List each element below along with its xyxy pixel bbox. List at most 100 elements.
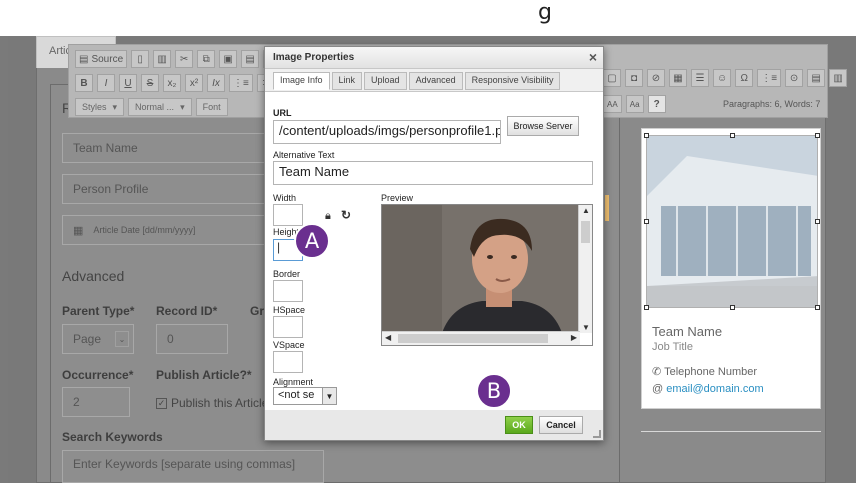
strikethrough-icon[interactable]: S [141,74,159,92]
paste-icon[interactable]: ▣ [219,50,238,68]
alignment-value: <not se [278,389,315,401]
scroll-thumb[interactable] [398,334,548,343]
url-input[interactable]: /content/uploads/imgs/personprofile1.pi [273,120,501,144]
styles-combo[interactable]: Styles ▾ [75,98,125,116]
bold-icon[interactable]: B [75,74,93,92]
alt-text-label: Alternative Text [273,150,335,160]
templates-icon[interactable]: ▥ [153,50,172,68]
text-color-icon[interactable]: AA [603,95,622,113]
publish-checkbox-row[interactable]: ✓ Publish this Article [156,396,268,410]
tab-link[interactable]: Link [331,72,363,90]
dialog-title-bar[interactable]: Image Properties × [265,47,603,69]
bg-color-icon[interactable]: Aa [625,95,644,113]
team-name-input[interactable]: Team Name [62,133,272,163]
resize-handle[interactable] [644,133,649,138]
vertical-scrollbar[interactable]: ▲ ▼ [578,205,592,333]
italic-icon[interactable]: I [97,74,115,92]
reset-size-icon[interactable]: ↻ [341,208,351,222]
iframe-icon[interactable]: ⊙ [785,69,804,87]
cut-icon[interactable]: ✂ [175,50,194,68]
chevron-down-icon: ▼ [322,388,336,404]
close-icon[interactable]: × [589,49,597,65]
source-button[interactable]: ▤ Source [75,50,128,68]
resize-grip-icon[interactable] [593,430,601,438]
templates-grid-icon[interactable]: ▤ [807,69,826,87]
resize-handle[interactable] [815,219,820,224]
horizontal-scrollbar[interactable]: ◀ ▶ [382,331,580,345]
tab-responsive-visibility[interactable]: Responsive Visibility [464,72,561,90]
marker-a: A [294,223,330,259]
checkbox-icon[interactable]: ✓ [156,397,167,409]
field-highlight-bar [605,195,609,221]
font-combo[interactable]: Font [195,98,228,116]
hspace-input[interactable] [273,316,303,338]
underline-icon[interactable]: U [119,74,137,92]
marker-b: B [476,373,512,409]
chevron-up-icon[interactable]: ▲ [582,206,590,215]
numbered-list-icon[interactable]: ⋮≡ [229,74,253,92]
chevron-down-icon[interactable]: ▼ [582,323,590,332]
publish-checkbox-label: Publish this Article [171,396,269,410]
profile-image[interactable] [646,135,818,308]
lock-icon[interactable]: 🔒︎ [325,210,331,223]
vspace-label: VSpace [273,340,305,350]
article-date-input[interactable]: ▦ Article Date [dd/mm/yyyy] [62,215,272,245]
source-icon: ▤ [79,53,89,65]
profile-email[interactable]: @ email@domain.com [652,383,764,395]
superscript-icon[interactable]: x² [185,74,203,92]
person-profile-input[interactable]: Person Profile [62,174,272,204]
url-label: URL [273,108,292,118]
width-input[interactable] [273,204,303,226]
table-icon[interactable]: ▦ [669,69,687,87]
resize-handle[interactable] [644,305,649,310]
advanced-heading: Advanced [62,268,125,284]
vspace-input[interactable] [273,351,303,373]
horizontal-rule-icon[interactable]: ☰ [691,69,709,87]
at-icon: @ [652,383,667,395]
occurrence-input[interactable]: 2 [62,387,130,417]
format-combo[interactable]: Normal ... ▾ [128,98,192,116]
alignment-select[interactable]: <not se ▼ [273,387,337,405]
resize-handle[interactable] [730,305,735,310]
resize-handle[interactable] [730,133,735,138]
tab-upload[interactable]: Upload [364,72,407,90]
person-photo [382,205,580,333]
alt-text-input[interactable]: Team Name [273,161,593,185]
smiley-icon[interactable]: ☺ [713,69,732,87]
portrait-drawing [382,205,580,333]
dialog-footer: OK Cancel [265,410,603,440]
width-label: Width [273,193,297,203]
cancel-button[interactable]: Cancel [539,416,583,434]
copy-icon[interactable]: ⧉ [197,50,216,68]
flash-icon[interactable]: ◘ [625,69,643,87]
help-button[interactable]: ? [647,95,666,113]
image-icon[interactable]: ▢ [603,69,621,87]
page-break-icon[interactable]: ⋮≡ [757,69,782,87]
chevron-right-icon[interactable]: ▶ [571,333,577,342]
special-char-icon[interactable]: Ω [735,69,754,87]
resize-handle[interactable] [815,305,820,310]
parent-type-select[interactable]: Page ⌄ [62,324,134,354]
remove-format-icon[interactable]: Ix [207,74,225,92]
resize-handle[interactable] [644,219,649,224]
search-keywords-input[interactable]: Enter Keywords [separate using commas] [62,450,324,483]
tab-image-info[interactable]: Image Info [273,72,330,90]
profile-email-link[interactable]: email@domain.com [666,383,763,395]
calendar-icon: ▦ [73,224,84,237]
record-id-input[interactable]: 0 [156,324,228,354]
scroll-thumb[interactable] [581,221,590,243]
paste-text-icon[interactable]: ▤ [241,50,260,68]
chevron-left-icon[interactable]: ◀ [385,333,391,342]
profile-phone-text: Telephone Number [664,366,758,378]
border-input[interactable] [273,280,303,302]
tab-advanced[interactable]: Advanced [408,72,463,90]
new-page-icon[interactable]: ▯ [131,50,150,68]
browse-server-button[interactable]: Browse Server [507,116,579,136]
no-entry-icon[interactable]: ⊘ [647,69,665,87]
showblocks-icon[interactable]: ▥ [829,69,848,87]
subscript-icon[interactable]: x₂ [163,74,181,92]
resize-handle[interactable] [815,133,820,138]
profile-phone: ✆ Telephone Number [652,365,757,378]
ok-button[interactable]: OK [505,416,533,434]
chevron-down-icon: ⌄ [115,331,129,347]
